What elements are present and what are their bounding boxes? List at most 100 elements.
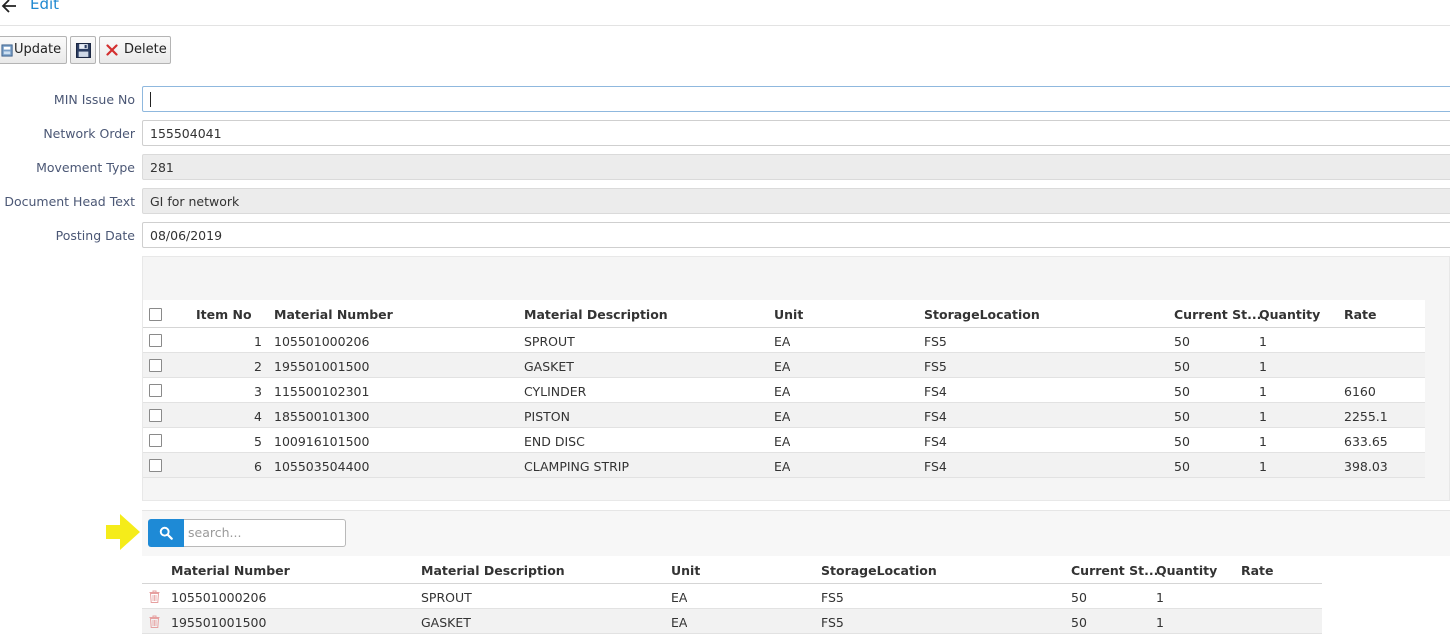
cell-material-description: SPROUT (421, 590, 472, 605)
form-row-network-order: Network Order 155504041 (0, 120, 1450, 146)
cell-material-number: 195501001500 (274, 359, 370, 374)
delete-button[interactable]: Delete (99, 36, 171, 64)
cell-current-stock: 50 (1071, 615, 1087, 630)
row-checkbox[interactable] (149, 434, 162, 447)
select-all-checkbox[interactable] (149, 308, 162, 321)
min-issue-no-input[interactable] (142, 86, 1450, 112)
cell-storage-location: FS4 (924, 409, 947, 424)
cell-material-number: 105503504400 (274, 459, 370, 474)
cell-storage-location: FS5 (821, 590, 844, 605)
posting-date-input[interactable]: 08/06/2019 (142, 222, 1450, 248)
col-current-stock[interactable]: Current St... (1174, 307, 1261, 322)
col-material-description[interactable]: Material Description (524, 307, 668, 322)
cell-material-number: 105501000206 (274, 334, 370, 349)
arrow-left-icon[interactable] (0, 0, 20, 17)
trash-icon[interactable] (149, 590, 160, 603)
document-head-text-label: Document Head Text (4, 194, 135, 209)
cell-rate: 6160 (1344, 384, 1376, 399)
cell-storage-location: FS4 (924, 459, 947, 474)
cell-current-stock: 50 (1174, 434, 1190, 449)
cell-quantity: 1 (1259, 409, 1267, 424)
row-checkbox[interactable] (149, 459, 162, 472)
magnifier-icon (159, 526, 173, 540)
col-storage-location[interactable]: StorageLocation (821, 563, 937, 578)
row-checkbox[interactable] (149, 409, 162, 422)
search-input[interactable]: search... (184, 519, 346, 547)
cell-current-stock: 50 (1071, 590, 1087, 605)
cell-current-stock: 50 (1174, 334, 1190, 349)
posting-date-label: Posting Date (55, 228, 135, 243)
cell-rate: 2255.1 (1344, 409, 1388, 424)
search-button[interactable] (148, 519, 184, 547)
table-row: 195501001500 GASKET EA FS5 50 1 (142, 609, 1322, 634)
form-row-min-issue-no: MIN Issue No (0, 86, 1450, 112)
table-row[interactable]: 4 185500101300 PISTON EA FS4 50 1 2255.1 (143, 403, 1425, 428)
items-grid-panel: Item No Material Number Material Descrip… (142, 256, 1450, 501)
cell-material-number: 100916101500 (274, 434, 370, 449)
form-row-movement-type: Movement Type 281 (0, 154, 1450, 180)
form-row-document-head-text: Document Head Text GI for network (0, 188, 1450, 214)
cell-quantity: 1 (1259, 334, 1267, 349)
row-checkbox[interactable] (149, 359, 162, 372)
col-storage-location[interactable]: StorageLocation (924, 307, 1040, 322)
search-bar: search... (142, 510, 1450, 556)
movement-type-label: Movement Type (36, 160, 135, 175)
table-row[interactable]: 5 100916101500 END DISC EA FS4 50 1 633.65 (143, 428, 1425, 453)
selected-grid-body: 105501000206 SPROUT EA FS5 50 1 195501001500 GA… (142, 584, 1322, 634)
cell-unit: EA (774, 409, 791, 424)
cell-storage-location: FS4 (924, 384, 947, 399)
col-material-number[interactable]: Material Number (274, 307, 393, 322)
col-current-stock[interactable]: Current St... (1071, 563, 1158, 578)
cell-current-stock: 50 (1174, 359, 1190, 374)
selected-items-grid: Material Number Material Description Uni… (142, 556, 1322, 634)
cell-item-no: 6 (254, 459, 262, 474)
cell-material-description: CYLINDER (524, 384, 587, 399)
cell-material-number: 105501000206 (171, 590, 267, 605)
network-order-input[interactable]: 155504041 (142, 120, 1450, 146)
items-grid-header: Item No Material Number Material Descrip… (143, 300, 1425, 328)
min-issue-no-label: MIN Issue No (53, 92, 135, 107)
items-grid: Item No Material Number Material Descrip… (143, 300, 1425, 478)
update-button[interactable]: Update (0, 36, 67, 64)
table-row: 105501000206 SPROUT EA FS5 50 1 (142, 584, 1322, 609)
row-checkbox[interactable] (149, 384, 162, 397)
network-order-label: Network Order (43, 126, 135, 141)
table-row[interactable]: 3 115500102301 CYLINDER EA FS4 50 1 6160 (143, 378, 1425, 403)
col-material-number[interactable]: Material Number (171, 563, 290, 578)
cell-item-no: 4 (254, 409, 262, 424)
cell-storage-location: FS5 (924, 359, 947, 374)
col-rate[interactable]: Rate (1344, 307, 1377, 322)
cell-quantity: 1 (1259, 384, 1267, 399)
cell-item-no: 3 (254, 384, 262, 399)
cell-item-no: 1 (254, 334, 262, 349)
cell-unit: EA (671, 615, 688, 630)
cell-current-stock: 50 (1174, 384, 1190, 399)
col-unit[interactable]: Unit (774, 307, 803, 322)
col-quantity[interactable]: Quantity (1259, 307, 1320, 322)
cell-material-description: PISTON (524, 409, 570, 424)
row-checkbox[interactable] (149, 334, 162, 347)
cell-material-number: 115500102301 (274, 384, 370, 399)
cell-quantity: 1 (1259, 359, 1267, 374)
col-material-description[interactable]: Material Description (421, 563, 565, 578)
col-rate[interactable]: Rate (1241, 563, 1274, 578)
cell-unit: EA (774, 434, 791, 449)
cell-rate: 633.65 (1344, 434, 1388, 449)
col-item-no[interactable]: Item No (196, 307, 252, 322)
x-icon (106, 44, 118, 56)
cell-unit: EA (774, 384, 791, 399)
cell-item-no: 2 (254, 359, 262, 374)
col-unit[interactable]: Unit (671, 563, 700, 578)
update-label: Update (14, 42, 62, 57)
cell-material-number: 185500101300 (274, 409, 370, 424)
table-row[interactable]: 2 195501001500 GASKET EA FS5 50 1 (143, 353, 1425, 378)
save-button[interactable] (70, 36, 96, 64)
table-row[interactable]: 6 105503504400 CLAMPING STRIP EA FS4 50 1 398.0… (143, 453, 1425, 478)
cell-quantity: 1 (1259, 434, 1267, 449)
trash-icon[interactable] (149, 615, 160, 628)
cell-storage-location: FS5 (821, 615, 844, 630)
col-quantity[interactable]: Quantity (1156, 563, 1217, 578)
cell-storage-location: FS5 (924, 334, 947, 349)
cell-storage-location: FS4 (924, 434, 947, 449)
table-row[interactable]: 1 105501000206 SPROUT EA FS5 50 1 (143, 328, 1425, 353)
